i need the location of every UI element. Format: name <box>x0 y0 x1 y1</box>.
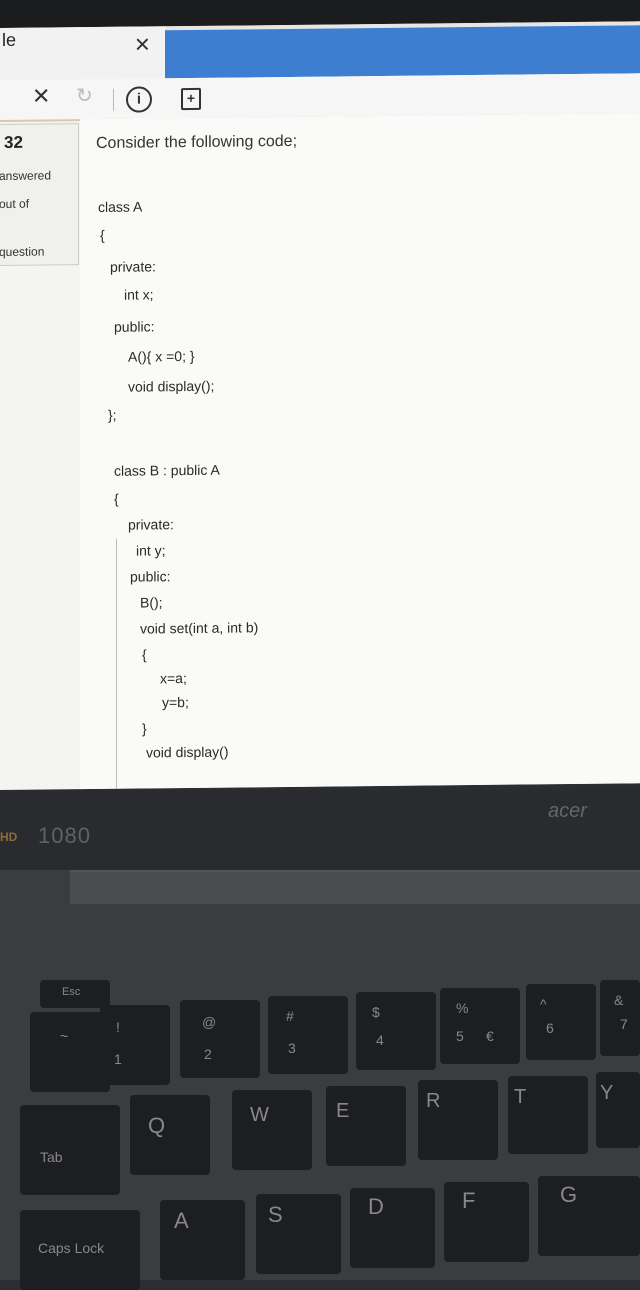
code-line: }; <box>108 406 117 423</box>
toolbar-divider <box>113 88 114 111</box>
key-g[interactable]: G <box>538 1176 640 1256</box>
laptop-keyboard-deck: acer HD 1080 Esc ~ ! 1 @2 #3 $4 % 5 € ^ 6 & 7… <box>0 790 640 1290</box>
code-line: class B : public A <box>114 461 220 479</box>
code-line: public: <box>130 568 171 585</box>
key-6[interactable]: ^ 6 <box>526 984 596 1060</box>
key-r[interactable]: R <box>418 1080 498 1160</box>
key-1[interactable]: ! 1 <box>100 1005 170 1085</box>
keyboard-frame <box>70 870 640 904</box>
code-line: x=a; <box>160 670 187 687</box>
code-line: { <box>114 490 119 507</box>
key-f[interactable]: F <box>444 1182 529 1262</box>
full-hd-sticker: HD <box>0 830 18 844</box>
code-line: { <box>142 646 147 663</box>
key-3[interactable]: #3 <box>268 996 348 1074</box>
tab-close-icon[interactable]: ✕ <box>134 32 151 57</box>
key-5[interactable]: % 5 € <box>440 988 520 1064</box>
key-t[interactable]: T <box>508 1076 588 1154</box>
code-line: void display(); <box>128 377 215 395</box>
question-label: question <box>0 244 45 260</box>
tab-bar-background <box>165 25 640 79</box>
key-y[interactable]: Y <box>596 1072 640 1148</box>
code-line: class A <box>98 198 143 215</box>
key-w[interactable]: W <box>232 1090 312 1170</box>
code-line: int x; <box>124 286 154 303</box>
key-e[interactable]: E <box>326 1086 406 1166</box>
laptop-hinge: acer HD 1080 <box>0 790 640 870</box>
code-indent-line <box>116 538 117 789</box>
code-line: void set(int a, int b) <box>140 619 259 637</box>
tab-title: le <box>2 29 17 50</box>
question-content: Consider the following code; class A { p… <box>80 113 640 790</box>
question-info-panel: 32 answered out of question <box>0 123 79 267</box>
key-a[interactable]: A <box>160 1200 245 1280</box>
code-line: private: <box>110 258 156 275</box>
code-line: void display() <box>146 743 229 761</box>
key-tab[interactable]: Tab <box>20 1105 120 1195</box>
browser-tab[interactable]: le ✕ <box>0 26 165 80</box>
code-line: A(){ x =0; } <box>128 347 195 365</box>
key-4[interactable]: $4 <box>356 992 436 1070</box>
key-d[interactable]: D <box>350 1188 435 1268</box>
code-line: B(); <box>140 594 163 611</box>
code-line: } <box>142 720 147 737</box>
stop-icon[interactable]: ✕ <box>32 83 50 109</box>
laptop-screen: le ✕ ✕ ↻ i + 32 answered out of question… <box>0 21 640 791</box>
code-line: y=b; <box>162 694 189 711</box>
key-q[interactable]: Q <box>130 1095 210 1175</box>
key-2[interactable]: @2 <box>180 1000 260 1078</box>
question-prompt: Consider the following code; <box>96 132 298 152</box>
code-line: private: <box>128 516 174 533</box>
key-tilde[interactable]: ~ <box>30 1012 110 1092</box>
question-number: 32 <box>4 132 23 152</box>
key-s[interactable]: S <box>256 1194 341 1274</box>
resolution-sticker: 1080 <box>38 823 91 848</box>
question-out-of: out of <box>0 196 30 212</box>
info-icon[interactable]: i <box>126 86 152 113</box>
key-7[interactable]: & 7 <box>600 980 640 1056</box>
question-status: answered <box>0 168 52 184</box>
key-caps-lock[interactable]: Caps Lock <box>20 1210 140 1290</box>
code-line: int y; <box>136 542 166 559</box>
new-tab-icon[interactable]: + <box>181 87 201 111</box>
reload-icon[interactable]: ↻ <box>76 83 93 108</box>
code-line: { <box>100 226 105 243</box>
brand-logo: acer <box>548 800 587 822</box>
key-esc[interactable]: Esc <box>40 980 110 1008</box>
browser-tab-bar: le ✕ <box>0 21 640 80</box>
code-line: public: <box>114 318 155 335</box>
